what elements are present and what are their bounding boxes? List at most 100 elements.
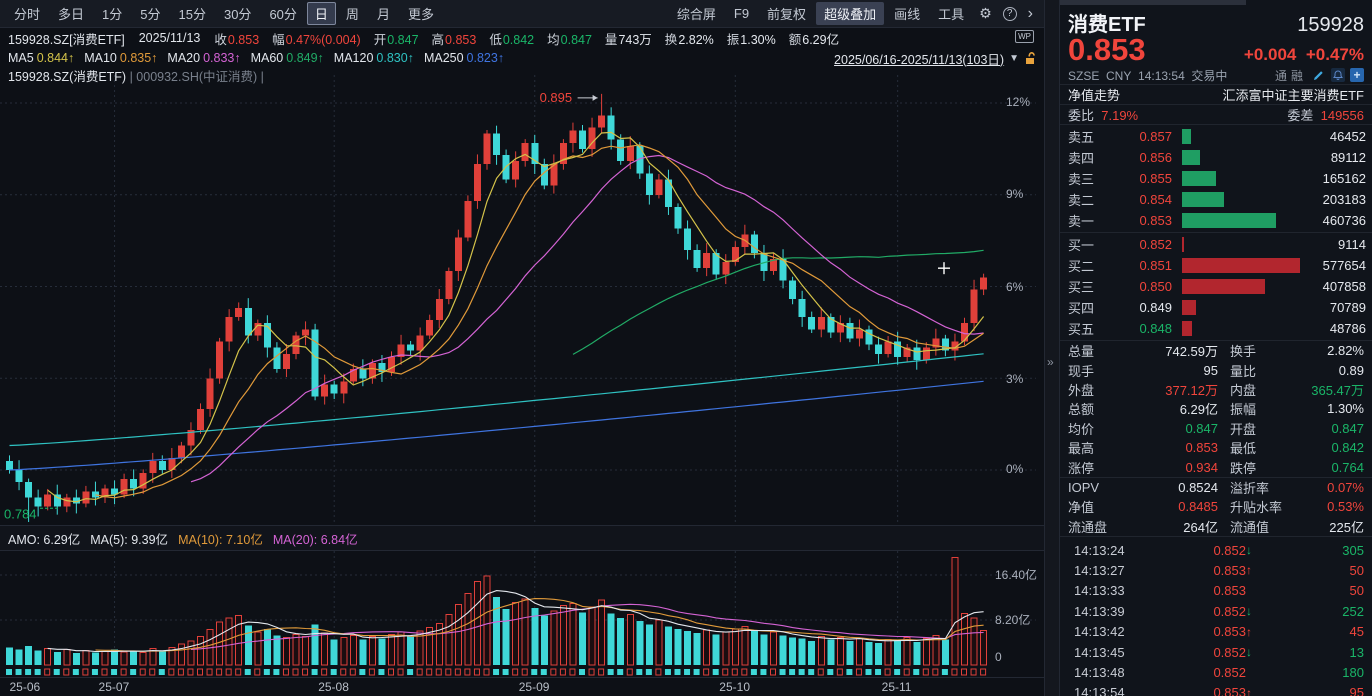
overlay-symbol-primary[interactable]: 159928.SZ(消费ETF)	[8, 70, 126, 84]
tick-row[interactable]: 14:13:540.853↑95	[1060, 683, 1372, 696]
period-tab-分时[interactable]: 分时	[6, 2, 48, 25]
expander-icon[interactable]: »	[1047, 355, 1054, 369]
ask-row[interactable]: 卖五0.85746452	[1060, 126, 1372, 147]
order-volume: 70789	[1330, 300, 1366, 315]
tick-volume: 305	[1260, 543, 1364, 558]
period-tab-5分[interactable]: 5分	[132, 2, 168, 25]
ask-row[interactable]: 卖四0.85689112	[1060, 147, 1372, 168]
iopv-section: IOPV0.8524溢折率0.07%净值0.8485升贴水率0.53%流通盘26…	[1060, 477, 1372, 536]
tick-row[interactable]: 14:13:330.85350	[1060, 581, 1372, 601]
bid-row[interactable]: 买五0.84848786	[1060, 318, 1372, 339]
ask-row[interactable]: 卖二0.854203183	[1060, 189, 1372, 210]
tool-button-综合屏[interactable]: 综合屏	[669, 2, 724, 25]
order-bar-wrap: 203183	[1182, 191, 1366, 208]
stat-row: 外盘377.12万内盘365.47万	[1060, 380, 1372, 399]
date-range-label[interactable]: 2025/06/16-2025/11/13(103日)	[834, 49, 1004, 68]
period-tab-30分[interactable]: 30分	[216, 2, 259, 25]
period-tab-60分[interactable]: 60分	[261, 2, 304, 25]
tool-button-画线[interactable]: 画线	[886, 2, 928, 25]
tick-time: 14:13:42	[1074, 624, 1166, 639]
vol-ytick-8.20亿: 8.20亿	[995, 611, 1030, 628]
period-tab-15分[interactable]: 15分	[171, 2, 214, 25]
stock-code: 159928	[1297, 14, 1364, 37]
stat-label: 涨停	[1068, 458, 1114, 477]
tick-row[interactable]: 14:13:390.852↓252	[1060, 601, 1372, 621]
tick-row[interactable]: 14:13:270.853↑50	[1060, 560, 1372, 580]
period-tab-月[interactable]: 月	[369, 2, 398, 25]
tick-volume: 50	[1260, 563, 1364, 578]
tick-list[interactable]: 14:13:240.852↓30514:13:270.853↑5014:13:3…	[1060, 536, 1372, 696]
stat-label: 均价	[1068, 419, 1114, 438]
tick-row[interactable]: 14:13:450.852↓13	[1060, 642, 1372, 662]
stat-label: 振幅	[1218, 399, 1294, 418]
tick-volume: 45	[1260, 624, 1364, 639]
margin-badges: 通融	[1275, 67, 1307, 84]
stat-label: 内盘	[1218, 380, 1294, 399]
nav-label[interactable]: 净值走势	[1068, 85, 1120, 104]
tick-row[interactable]: 14:13:240.852↓305	[1060, 540, 1372, 560]
order-level-label: 买一	[1068, 235, 1112, 254]
quote-header: 消费ETF 159928 0.853 +0.004 +0.47% SZSE CN…	[1060, 5, 1372, 84]
tool-button-前复权[interactable]: 前复权	[759, 2, 814, 25]
bid-row[interactable]: 买三0.850407858	[1060, 276, 1372, 297]
panel-expander[interactable]: »	[1044, 0, 1060, 696]
stat-row: 净值0.8485升贴水率0.53%	[1060, 497, 1372, 516]
stat-row: IOPV0.8524溢折率0.07%	[1060, 478, 1372, 497]
unlock-icon[interactable]	[1024, 52, 1036, 65]
stat-label: 溢折率	[1218, 478, 1294, 497]
stat-label: 最高	[1068, 438, 1114, 457]
tool-button-F9[interactable]: F9	[726, 4, 757, 23]
bid-row[interactable]: 买四0.84970789	[1060, 297, 1372, 318]
bid-row[interactable]: 买二0.851577654	[1060, 255, 1372, 276]
order-bar-wrap: 577654	[1182, 257, 1366, 274]
overlay-symbol-secondary[interactable]: 000932.SH(中证消费)	[136, 70, 257, 84]
tool-button-工具[interactable]: 工具	[930, 2, 972, 25]
chevron-right-icon[interactable]: ›	[1023, 5, 1038, 23]
period-tab-多日[interactable]: 多日	[50, 2, 92, 25]
bid-row[interactable]: 买一0.8529114	[1060, 234, 1372, 255]
order-level-label: 卖五	[1068, 127, 1112, 146]
tick-price: 0.853	[1166, 583, 1246, 598]
tick-row[interactable]: 14:13:420.853↑45	[1060, 621, 1372, 641]
ma-values: MA50.844↑MA100.835↑MA200.833↑MA600.849↑M…	[8, 51, 504, 65]
stat-label: 开盘	[1218, 419, 1294, 438]
order-bar-wrap: 407858	[1182, 278, 1366, 295]
xtick-25-08: 25-08	[318, 680, 349, 694]
ask-row[interactable]: 卖三0.855165162	[1060, 168, 1372, 189]
arrow-up-icon: ↑	[1246, 563, 1260, 577]
arrow-up-icon: ↑	[1246, 625, 1260, 639]
help-icon[interactable]: ?	[1003, 7, 1017, 21]
period-tab-周[interactable]: 周	[338, 2, 367, 25]
nav-row[interactable]: 净值走势 汇添富中证主要消费ETF	[1060, 84, 1372, 104]
quote-field-开: 开0.847	[374, 29, 419, 48]
edit-icon[interactable]	[1312, 68, 1326, 82]
order-bar-wrap: 9114	[1182, 236, 1366, 253]
period-tab-日[interactable]: 日	[307, 2, 336, 25]
ma-item-MA20: MA200.833↑	[167, 51, 240, 65]
arrow-down-icon: ↓	[1246, 645, 1260, 659]
add-to-watchlist-icon[interactable]: +	[1350, 68, 1364, 82]
tool-button-超级叠加[interactable]: 超级叠加	[816, 2, 884, 25]
gear-icon[interactable]: ⚙	[974, 5, 997, 22]
date-range-selector[interactable]: 2025/06/16-2025/11/13(103日) ▼	[834, 49, 1036, 68]
stat-value: 0.847	[1114, 421, 1218, 436]
ask-row[interactable]: 卖一0.853460736	[1060, 210, 1372, 231]
chart-symbol: 159928.SZ[消费ETF]	[8, 29, 125, 48]
stat-label: 总额	[1068, 399, 1114, 418]
ask-levels: 卖五0.85746452卖四0.85689112卖三0.855165162卖二0…	[1060, 124, 1372, 232]
stat-value: 0.89	[1294, 363, 1364, 378]
amo-item-MA20: MA(20): 6.84亿	[273, 529, 358, 548]
volume-chart[interactable]	[0, 551, 1044, 677]
period-tab-1分[interactable]: 1分	[94, 2, 130, 25]
ma-item-MA5: MA50.844↑	[8, 51, 74, 65]
order-bar-wrap: 46452	[1182, 128, 1366, 145]
tick-volume: 95	[1260, 685, 1364, 696]
chevron-down-icon[interactable]: ▼	[1009, 53, 1019, 64]
wp-badge-icon[interactable]: WP	[1015, 30, 1034, 43]
alert-bell-icon[interactable]	[1331, 68, 1345, 82]
tick-row[interactable]: 14:13:480.852180	[1060, 662, 1372, 682]
candlestick-chart[interactable]: 0.8950.784	[0, 75, 1044, 525]
order-price: 0.854	[1112, 192, 1172, 207]
xtick-25-06: 25-06	[10, 680, 41, 694]
period-tab-更多[interactable]: 更多	[400, 2, 442, 25]
